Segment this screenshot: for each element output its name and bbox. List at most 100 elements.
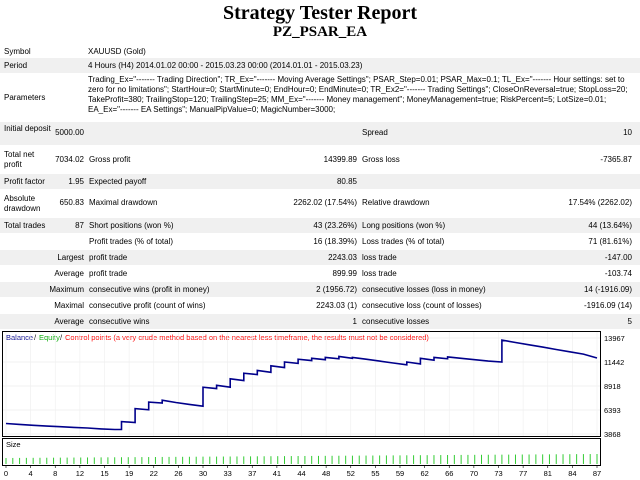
initial-deposit-row: Initial deposit 5000.00 Spread 10	[0, 122, 640, 145]
x-tick-label: 37	[248, 469, 256, 478]
report-subtitle: PZ_PSAR_EA	[272, 24, 368, 40]
maximal-drawdown-label: Maximal drawdown	[89, 198, 158, 207]
size-label: Size	[6, 440, 21, 449]
gross-loss-label: Gross loss	[362, 155, 400, 164]
initial-deposit-value: 5000.00	[55, 128, 84, 137]
spread-value: 10	[623, 128, 632, 137]
maximal-cons-profit-label: consecutive profit (count of wins)	[89, 301, 206, 310]
x-tick-label: 30	[199, 469, 207, 478]
parameters-row: Parameters Trading_Ex="------- Trading D…	[0, 74, 640, 120]
net-profit-value: 7034.02	[55, 155, 84, 164]
average-row: Average profit trade 899.99 loss trade -…	[0, 266, 640, 281]
y-tick-label: 3868	[604, 430, 621, 439]
report-title: Strategy Tester Report	[222, 2, 418, 24]
largest-row: Largest profit trade 2243.03 loss trade …	[0, 250, 640, 265]
largest-loss-label: loss trade	[362, 253, 397, 262]
largest-loss-value: -147.00	[604, 253, 632, 262]
absolute-drawdown-label: Absolute drawdown	[4, 194, 41, 213]
legend-equity: Equity	[39, 333, 60, 342]
maximal-drawdown-value: 2262.02 (17.54%)	[293, 198, 357, 207]
largest-profit-value: 2243.03	[328, 253, 357, 262]
relative-drawdown-value: 17.54% (2262.02)	[568, 198, 632, 207]
parameters-value: Trading_Ex="------- Trading Direction"; …	[88, 75, 628, 114]
total-trades-label: Total trades	[4, 221, 46, 230]
x-tick-label: 12	[76, 469, 84, 478]
x-tick-label: 55	[371, 469, 379, 478]
size-plot-frame	[2, 438, 601, 466]
x-tick-label: 87	[593, 469, 601, 478]
y-tick-label: 6393	[604, 406, 621, 415]
chart-legend: Balance / Equity / Control points (a ver…	[6, 333, 429, 342]
average2-label: Average	[54, 317, 84, 326]
expected-payoff-label: Expected payoff	[89, 177, 147, 186]
initial-deposit-label: Initial deposit	[4, 124, 51, 133]
y-tick-label: 11442	[604, 358, 624, 367]
x-tick-label: 52	[347, 469, 355, 478]
profit-factor-value: 1.95	[68, 177, 84, 186]
x-tick-label: 4	[29, 469, 33, 478]
max-cons-wins-label: consecutive wins (profit in money)	[89, 285, 210, 294]
avg-cons-losses-label: consecutive losses	[362, 317, 430, 326]
average-label: Average	[54, 269, 84, 278]
x-tick-label: 33	[223, 469, 231, 478]
x-tick-label: 19	[125, 469, 133, 478]
net-profit-label: Total net profit	[4, 150, 35, 169]
x-tick-label: 81	[544, 469, 552, 478]
max-cons-losses-label: consecutive losses (loss in money)	[362, 285, 486, 294]
maximum-row: Maximum consecutive wins (profit in mone…	[0, 282, 640, 297]
short-positions-value: 43 (23.26%)	[313, 221, 357, 230]
profit-factor-label: Profit factor	[4, 177, 45, 186]
x-tick-label: 41	[273, 469, 281, 478]
maximal-row: Maximal consecutive profit (count of win…	[0, 298, 640, 313]
x-tick-label: 70	[470, 469, 478, 478]
x-tick-label: 8	[53, 469, 57, 478]
spread-label: Spread	[362, 128, 388, 137]
x-tick-label: 84	[568, 469, 576, 478]
x-tick-label: 62	[420, 469, 428, 478]
maximal-cons-profit-value: 2243.03 (1)	[316, 301, 357, 310]
loss-trades-label: Loss trades (% of total)	[362, 237, 445, 246]
loss-trades-value: 71 (81.61%)	[588, 237, 632, 246]
gross-profit-value: 14399.89	[323, 155, 357, 164]
y-tick-label: 13967	[604, 334, 625, 343]
profit-trades-label: Profit trades (% of total)	[89, 237, 174, 246]
average-loss-label: loss trade	[362, 269, 397, 278]
maximum-label: Maximum	[49, 285, 84, 294]
y-tick-label: 8918	[604, 382, 621, 391]
profit-factor-row: Profit factor 1.95 Expected payoff 80.85	[0, 174, 640, 189]
average-profit-label: profit trade	[89, 269, 128, 278]
gross-profit-label: Gross profit	[89, 155, 131, 164]
net-profit-row: Total net profit 7034.02 Gross profit 14…	[0, 148, 640, 171]
x-tick-label: 44	[297, 469, 305, 478]
x-tick-label: 73	[494, 469, 502, 478]
maximal-label: Maximal	[54, 301, 84, 310]
symbol-value: XAUUSD (Gold)	[88, 47, 146, 56]
x-tick-label: 77	[519, 469, 527, 478]
drawdown-row: Absolute drawdown 650.83 Maximal drawdow…	[0, 192, 640, 215]
balance-chart: Balance / Equity / Control points (a ver…	[0, 330, 640, 480]
x-tick-label: 0	[4, 469, 8, 478]
x-tick-label: 26	[174, 469, 182, 478]
period-label: Period	[4, 61, 28, 70]
average-consecutive-row: Average consecutive wins 1 consecutive l…	[0, 314, 640, 329]
total-trades-value: 87	[75, 221, 84, 230]
largest-label: Largest	[57, 253, 84, 262]
x-tick-label: 48	[322, 469, 330, 478]
average-profit-value: 899.99	[332, 269, 357, 278]
period-value: 4 Hours (H4) 2014.01.02 00:00 - 2015.03.…	[88, 61, 363, 70]
avg-cons-wins-label: consecutive wins	[89, 317, 150, 326]
period-row: Period 4 Hours (H4) 2014.01.02 00:00 - 2…	[0, 58, 640, 73]
profit-trades-value: 16 (18.39%)	[313, 237, 357, 246]
total-trades-row: Total trades 87 Short positions (won %) …	[0, 218, 640, 233]
gross-loss-value: -7365.87	[600, 155, 632, 164]
x-tick-label: 66	[445, 469, 453, 478]
legend-control-points: Control points (a very crude method base…	[65, 333, 429, 342]
x-tick-label: 22	[150, 469, 158, 478]
absolute-drawdown-value: 650.83	[59, 198, 84, 207]
max-cons-wins-value: 2 (1956.72)	[316, 285, 357, 294]
maximal-cons-loss-label: consecutive loss (count of losses)	[362, 301, 482, 310]
relative-drawdown-label: Relative drawdown	[362, 198, 430, 207]
avg-cons-losses-value: 5	[627, 317, 632, 326]
short-positions-label: Short positions (won %)	[89, 221, 174, 230]
long-positions-value: 44 (13.64%)	[588, 221, 632, 230]
